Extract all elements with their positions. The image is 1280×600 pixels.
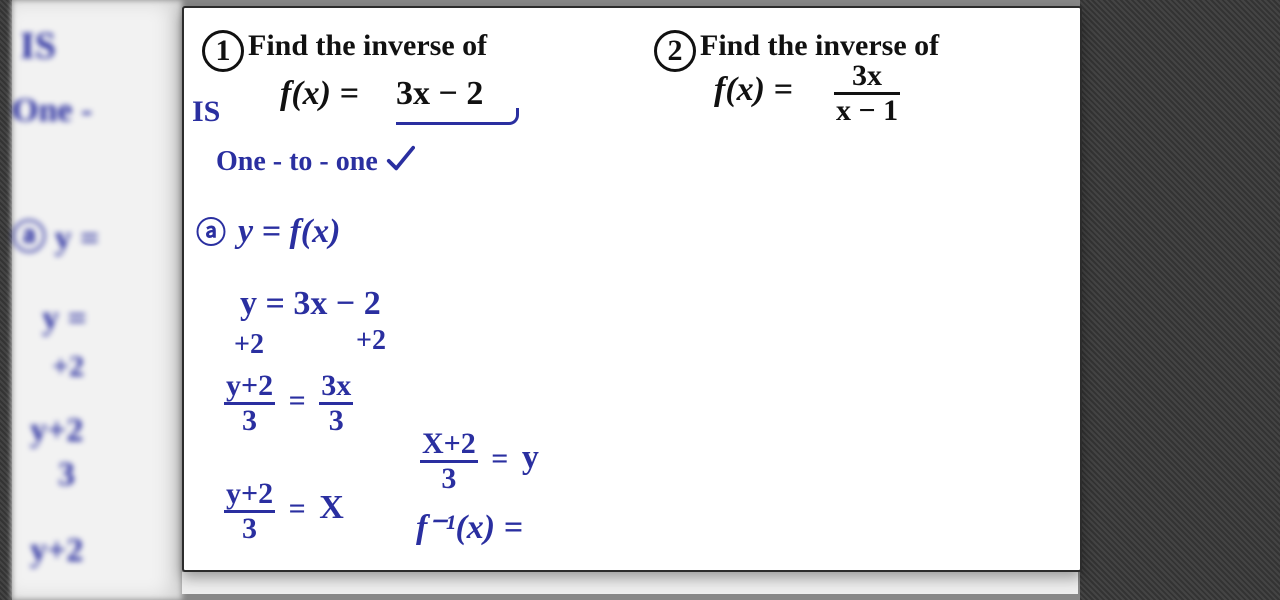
film-bar-left [0,0,12,600]
problem1-title: Find the inverse of [248,30,487,62]
back-text: +2 [52,350,84,384]
problem2-title: Find the inverse of [700,30,939,62]
note-one-to-one: One - to - one [216,144,415,176]
problem1-func-rhs: 3x − 2 [396,76,483,112]
blurred-underlayer: IS One - ⓐ y = y = +2 y+2 3 y+2 [12,0,182,600]
problem2-func-rhs: 3xx − 1 [834,60,900,126]
step-label-a: ⓐ [196,218,226,250]
whiteboard: 1 Find the inverse of f(x) = 3x − 2 IS O… [182,6,1082,572]
back-text: 3 [58,456,75,494]
plus2-right: +2 [356,326,386,355]
note-is: IS [192,96,220,128]
board-bottom-strip [182,572,1078,594]
step-a-eq: y = f(x) [238,214,340,250]
eq3: y+23 = X [224,478,344,544]
back-text: y+2 [30,412,83,450]
problem-number-1: 1 [202,30,244,72]
problem1-func-lhs: f(x) = [280,76,359,112]
back-text: ⓐ y = [12,210,99,259]
f-inverse: f⁻¹(x) = [416,510,523,546]
eq4: X+23 = y [420,428,539,494]
back-text: One - [12,92,92,130]
problem2-func-lhs: f(x) = [714,72,793,108]
check-icon [385,146,415,177]
problem-number-2: 2 [654,30,696,72]
back-text: IS [20,24,56,68]
plus2-left: +2 [234,330,264,359]
eq-y-3x-2: y = 3x − 2 [240,286,381,322]
back-text: y = [42,300,87,338]
back-text: y+2 [30,532,83,570]
stage: IS One - ⓐ y = y = +2 y+2 3 y+2 1 Find t… [0,0,1280,600]
eq2: y+23 = 3x3 [224,370,353,436]
film-bar-right [1080,0,1280,600]
underbrace [396,108,519,125]
